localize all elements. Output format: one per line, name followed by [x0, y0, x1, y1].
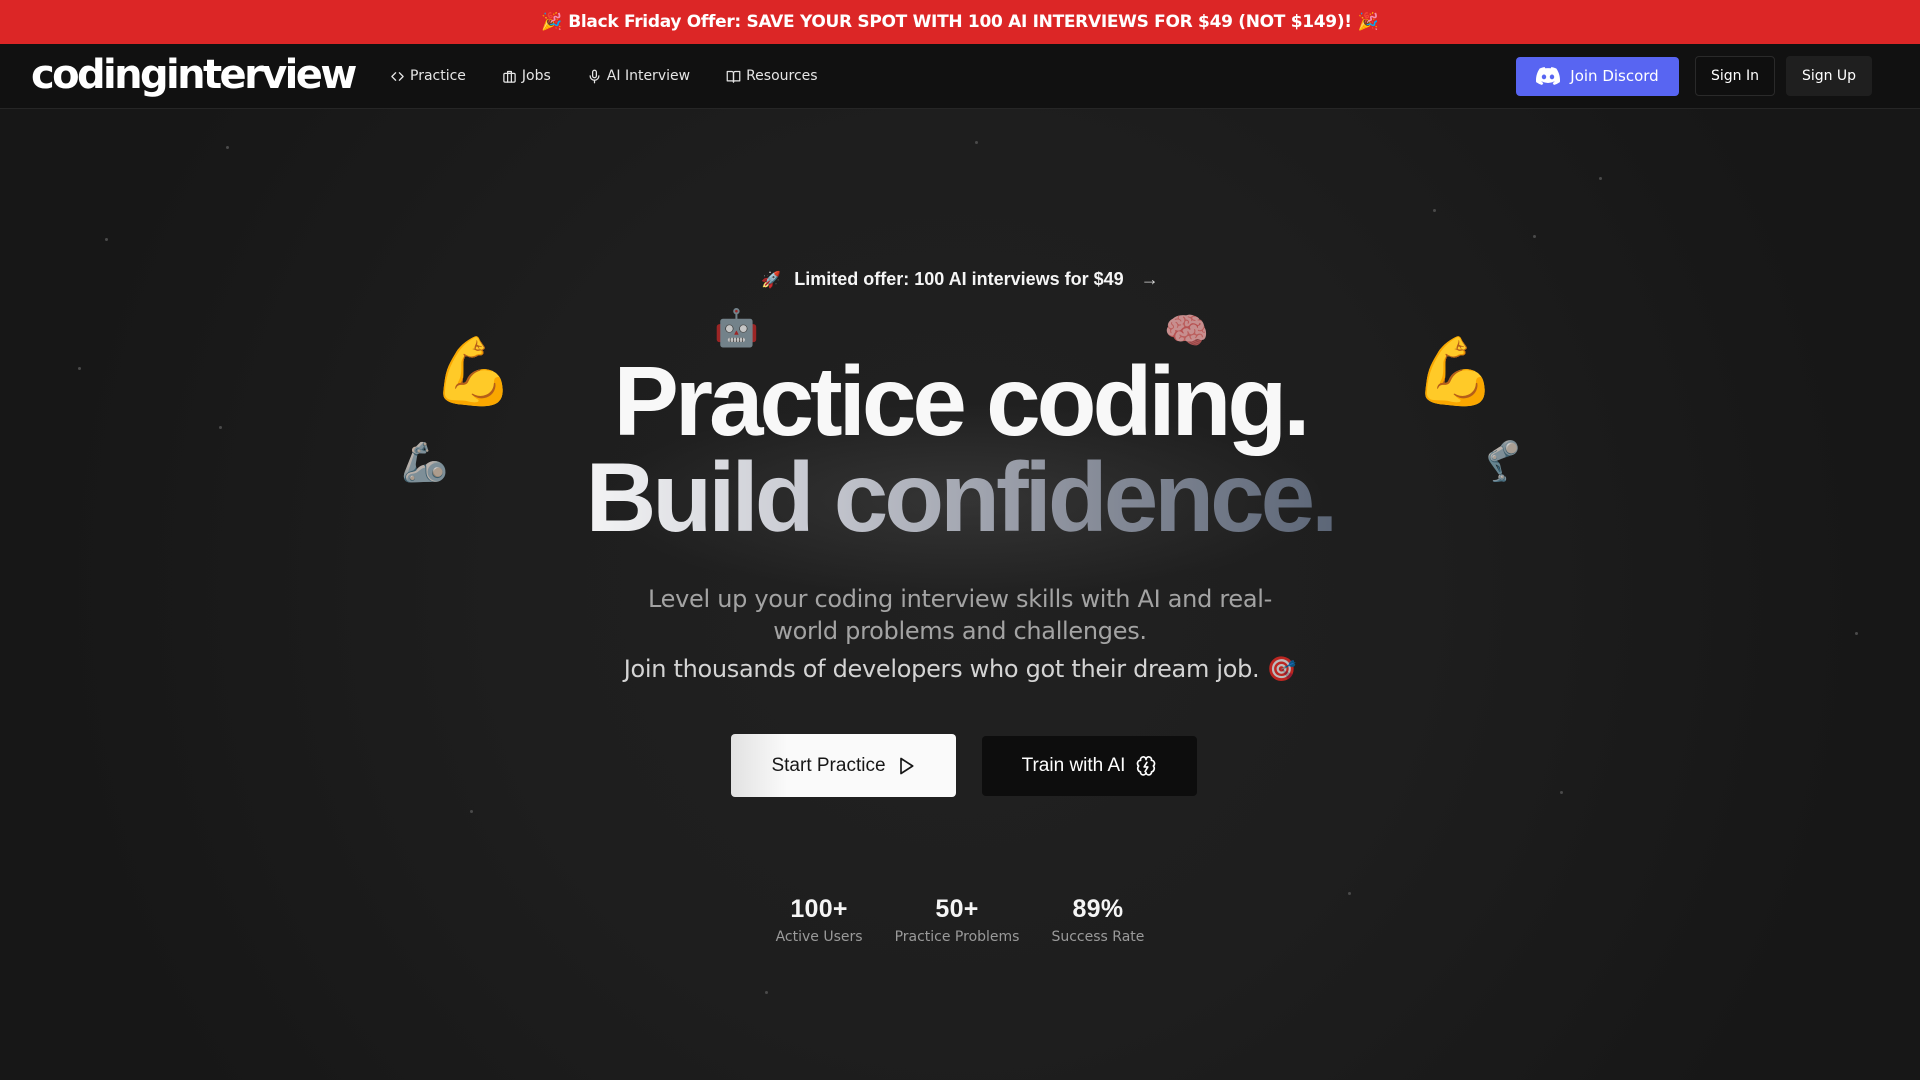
subtitle-line-1: Level up your coding interview skills wi… — [648, 585, 1272, 613]
code-icon — [391, 71, 404, 81]
stat-value: 100+ — [790, 895, 848, 923]
promo-text: Black Friday Offer: SAVE YOUR SPOT WITH … — [568, 12, 1352, 32]
sign-up-button[interactable]: Sign Up — [1786, 56, 1872, 96]
stats-row: 100+ Active Users 50+ Practice Problems … — [0, 895, 1920, 945]
nav-label: Resources — [746, 68, 818, 84]
headline-gradient-text: Build confidence. — [585, 442, 1339, 552]
dust-particle — [105, 238, 108, 241]
stat-active-users: 100+ Active Users — [776, 895, 863, 945]
play-icon — [899, 757, 914, 774]
rocket-icon: 🚀 — [761, 272, 782, 289]
mic-icon — [589, 69, 600, 83]
dust-particle — [1433, 209, 1436, 212]
briefcase-icon — [503, 70, 516, 83]
stat-label: Active Users — [775, 929, 863, 945]
book-icon — [726, 70, 741, 83]
nav-jobs[interactable]: Jobs — [502, 68, 551, 84]
headline-line-2: Build confidence. — [0, 448, 1920, 546]
sign-in-button[interactable]: Sign In — [1695, 56, 1775, 96]
start-practice-button[interactable]: Start Practice — [731, 734, 956, 797]
start-practice-label: Start Practice — [771, 754, 886, 776]
party-popper-icon: 🎉 — [541, 12, 563, 32]
nav-label: AI Interview — [606, 68, 691, 84]
subtitle: Level up your coding interview skills wi… — [0, 583, 1920, 647]
party-popper-icon: 🎉 — [1357, 12, 1379, 32]
dust-particle — [975, 141, 978, 144]
limited-offer-link[interactable]: 🚀 Limited offer: 100 AI interviews for $… — [0, 269, 1920, 290]
tagline-text: Join thousands of developers who got the… — [623, 655, 1260, 683]
arrow-right-icon: → — [1140, 269, 1159, 289]
target-icon: 🎯 — [1266, 655, 1297, 683]
nav-resources[interactable]: Resources — [726, 68, 818, 84]
dust-particle — [226, 146, 229, 149]
nav-ai-interview[interactable]: AI Interview — [587, 68, 690, 84]
promo-banner[interactable]: 🎉 Black Friday Offer: SAVE YOUR SPOT WIT… — [0, 0, 1920, 44]
site-header: codinginterview Practice Jobs AI Intervi… — [0, 44, 1920, 109]
offer-text: Limited offer: 100 AI interviews for $49 — [794, 269, 1124, 289]
stat-success-rate: 89% Success Rate — [1051, 895, 1144, 945]
discord-label: Join Discord — [1570, 67, 1659, 85]
cta-group: Start Practice Train with AI — [0, 734, 1920, 797]
nav-label: Jobs — [521, 68, 551, 84]
headline-line-1: Practice coding. — [613, 346, 1310, 456]
logo[interactable]: codinginterview — [31, 50, 357, 100]
dust-particle — [470, 810, 473, 813]
brain-icon: 🧠 — [1164, 310, 1209, 351]
nav-label: Practice — [410, 68, 466, 84]
nav-practice[interactable]: Practice — [390, 68, 466, 84]
subtitle-line-2: world problems and challenges. — [773, 617, 1147, 645]
dust-particle — [1599, 177, 1602, 180]
subtitle-tagline: Join thousands of developers who got the… — [0, 655, 1920, 683]
join-discord-button[interactable]: Join Discord — [1516, 56, 1679, 96]
stat-label: Success Rate — [1051, 929, 1145, 945]
train-with-ai-button[interactable]: Train with AI — [982, 736, 1197, 796]
stat-value: 89% — [1072, 895, 1124, 923]
stat-label: Practice Problems — [894, 929, 1020, 945]
stat-practice-problems: 50+ Practice Problems — [895, 895, 1020, 945]
header-actions: Join Discord Sign In Sign Up — [1516, 56, 1872, 96]
robot-icon: 🤖 — [714, 307, 759, 348]
dust-particle — [765, 991, 768, 994]
main-nav: Practice Jobs AI Interview Resources — [390, 44, 854, 108]
brain-circuit-icon — [1137, 756, 1156, 776]
stat-value: 50+ — [935, 895, 979, 923]
train-with-ai-label: Train with AI — [1021, 755, 1126, 776]
dust-particle — [1533, 235, 1536, 238]
discord-icon — [1536, 67, 1561, 85]
hero-section: 🚀 Limited offer: 100 AI interviews for $… — [0, 109, 1920, 1080]
